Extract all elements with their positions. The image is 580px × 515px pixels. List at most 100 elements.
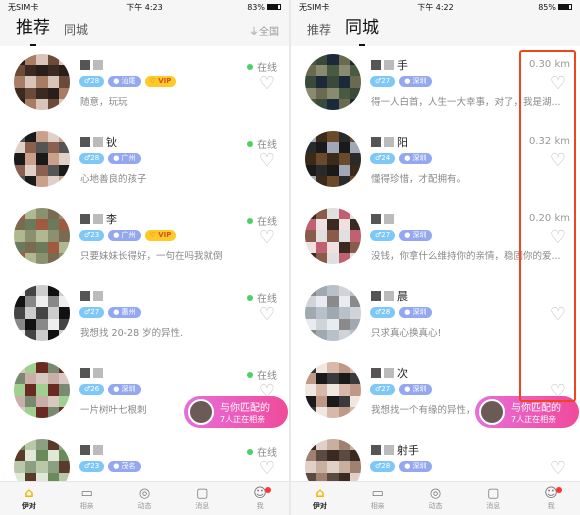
user-bio: 只要妹妹长得好，一句在吗我就倒 (80, 251, 223, 262)
online-dot-icon (247, 140, 253, 147)
online-status: 在线 (247, 367, 277, 382)
avatar[interactable] (305, 54, 361, 110)
online-status: 在线 (247, 213, 277, 228)
user-bio: 随意，玩玩 (80, 97, 128, 108)
tabbar-label: 我 (547, 501, 555, 510)
user-name (371, 212, 397, 225)
tab-recommend[interactable]: 推荐 (307, 21, 331, 38)
age-tag: ♂27 (370, 76, 396, 87)
heart-icon[interactable]: ♡ (550, 460, 566, 478)
region-filter-button[interactable]: ⏚全国 (249, 23, 279, 38)
city-value: 深圳 (412, 462, 427, 470)
online-dot-icon (247, 371, 253, 378)
tabbar-item-0[interactable]: ⌂ 伊对 (0, 482, 58, 515)
avatar[interactable] (14, 54, 70, 110)
city-value: 深圳 (412, 231, 427, 239)
list-item[interactable]: 钬 ♂28 ● 广州 心地善良的孩子 在线 ♡ (0, 123, 289, 200)
age-value: 28 (90, 77, 100, 85)
online-label: 在线 (257, 294, 277, 305)
online-status: 在线 (247, 444, 277, 459)
location-pin-icon: ● (404, 231, 413, 239)
redacted-block (80, 367, 90, 378)
avatar[interactable] (14, 285, 70, 341)
vip-label: VIP (158, 231, 172, 239)
location-pin-icon: ● (113, 385, 122, 393)
list-item[interactable]: 李 ♂23 ● 广州 ♡ VIP 只要妹妹长得好，一句在吗我就倒 在线 ♡ (0, 200, 289, 277)
tabbar-item-2[interactable]: ◎ 动态 (407, 482, 465, 515)
tag-list: ♂28 ● 深圳 (370, 307, 432, 318)
online-dot-icon (247, 448, 253, 455)
tabbar-item-1[interactable]: ▭ 相亲 (349, 482, 407, 515)
location-pin-icon: ● (404, 462, 413, 470)
match-subtitle: 7人正在相亲 (220, 415, 266, 424)
tabbar-item-3[interactable]: ▢ 消息 (173, 482, 231, 515)
tabbar-item-0[interactable]: ⌂ 伊对 (291, 482, 349, 515)
age-tag: ♂28 (370, 307, 396, 318)
avatar[interactable] (305, 285, 361, 341)
city-tag: ● 汕尾 (108, 76, 141, 87)
header: 推荐 同城 ⏚全国 (0, 14, 289, 46)
tab-nearby[interactable]: 同城 (345, 13, 379, 46)
avatar[interactable] (14, 362, 70, 418)
notification-dot (264, 487, 271, 493)
redacted-block (384, 59, 394, 70)
location-pin-icon: ● (404, 385, 413, 393)
age-tag: ♂28 (370, 461, 396, 472)
city-tag: ● 惠州 (108, 307, 141, 318)
heart-icon[interactable]: ♡ (259, 75, 275, 93)
tabbar-item-3[interactable]: ▢ 消息 (464, 482, 522, 515)
status-bar: 无SIM卡 下午 4:22 85% (291, 0, 580, 14)
carrier-label: 无SIM卡 (8, 2, 39, 12)
avatar[interactable] (14, 131, 70, 187)
age-value: 28 (90, 154, 100, 162)
tag-list: ♂27 ● 深圳 (370, 384, 432, 395)
match-avatar (188, 399, 214, 425)
tag-list: ♂28 ● 广州 (79, 153, 141, 164)
name-text: 晨 (397, 289, 408, 303)
tabbar-label: 动态 (137, 501, 152, 510)
avatar[interactable] (305, 208, 361, 264)
user-bio: 我想找 20-28 岁的异性. (80, 328, 184, 339)
match-text: 与你匹配的 7人正在相亲 (220, 399, 270, 425)
tabbar-label: 消息 (486, 501, 501, 510)
name-text: 射手 (397, 443, 419, 457)
chat-icon: ▢ (196, 485, 209, 501)
redacted-block (80, 444, 90, 455)
distance-highlight-box (519, 50, 576, 402)
tab-nearby[interactable]: 同城 (64, 21, 88, 38)
list-item[interactable]: ♂28 ● 汕尾 ♡ VIP 随意，玩玩 在线 ♡ (0, 46, 289, 123)
user-name (80, 443, 106, 456)
tabbar-label: 相亲 (370, 501, 385, 510)
heart-icon[interactable]: ♡ (259, 152, 275, 170)
redacted-block (371, 136, 381, 147)
user-bio: 一片树叶七根刺 (80, 405, 147, 416)
tab-recommend[interactable]: 推荐 (16, 13, 50, 46)
avatar[interactable] (305, 362, 361, 418)
age-value: 23 (90, 462, 100, 470)
online-label: 在线 (257, 217, 277, 228)
match-banner-button[interactable]: 与你匹配的 7人正在相亲 (184, 396, 288, 428)
tabbar-item-2[interactable]: ◎ 动态 (116, 482, 174, 515)
tabbar-item-1[interactable]: ▭ 相亲 (58, 482, 116, 515)
redacted-block (371, 213, 381, 224)
tabbar-item-4[interactable]: ☺ 我 (231, 482, 289, 515)
redacted-block (93, 290, 103, 301)
heart-icon[interactable]: ♡ (259, 229, 275, 247)
redacted-block (93, 213, 103, 224)
heart-icon[interactable]: ♡ (259, 306, 275, 324)
phone-left: 无SIM卡 下午 4:23 83% 推荐 同城 ⏚全国 ♂28 ● 汕尾 ♡ VIP 随意，玩玩在… (0, 0, 289, 515)
city-value: 广州 (121, 154, 136, 162)
list-item[interactable]: ♂27 ● 惠州 我想找 20-28 岁的异性. 在线 ♡ (0, 277, 289, 354)
heart-icon[interactable]: ♡ (259, 460, 275, 478)
redacted-block (384, 367, 394, 378)
carrier-label: 无SIM卡 (299, 2, 330, 12)
age-tag: ♂26 (79, 384, 105, 395)
location-pin-icon: ● (113, 231, 122, 239)
avatar[interactable] (14, 208, 70, 264)
tag-list: ♂26 ● 深圳 (79, 384, 141, 395)
age-value: 26 (90, 385, 100, 393)
avatar[interactable] (305, 131, 361, 187)
city-tag: ● 深圳 (399, 307, 432, 318)
tabbar-item-4[interactable]: ☺ 我 (522, 482, 580, 515)
location-pin-icon: ● (404, 154, 413, 162)
